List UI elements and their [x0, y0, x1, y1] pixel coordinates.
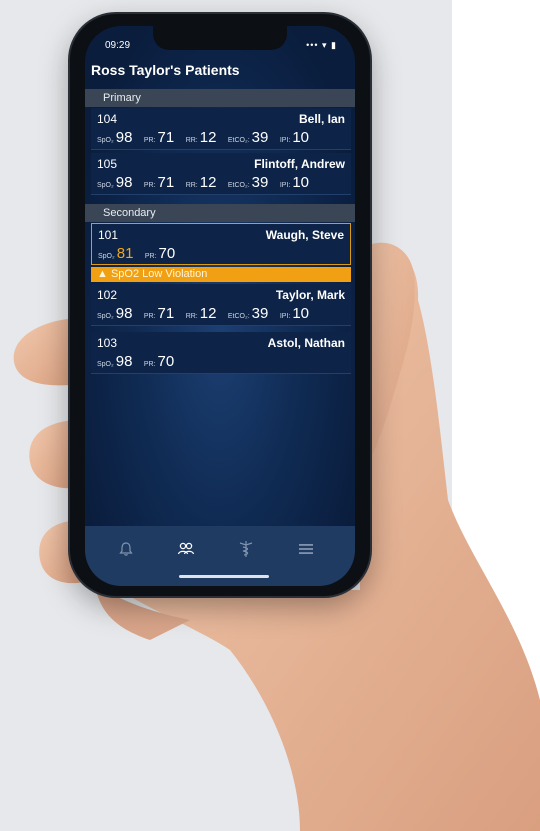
spo2-value: 98	[115, 129, 133, 146]
ipi-label: IPI:	[279, 182, 291, 189]
pr-label: PR:	[143, 361, 156, 368]
tab-clinical[interactable]	[231, 538, 261, 560]
signal-battery-icon: ••• ▾ ▮	[306, 40, 337, 50]
status-time: 09:29	[105, 40, 131, 51]
alarm-banner[interactable]: ▲ SpO2 Low Violation	[91, 267, 351, 282]
room-number: 101	[98, 228, 119, 242]
spo2-value: 98	[115, 353, 133, 370]
rr-label: RR:	[185, 182, 198, 189]
rr-value: 12	[199, 129, 217, 146]
etco2-label: EtCO₂:	[227, 313, 250, 320]
patient-name: Flintoff, Andrew	[254, 157, 345, 171]
pr-label: PR:	[144, 253, 157, 260]
spo2-value: 98	[115, 174, 133, 191]
rr-value: 12	[199, 305, 217, 322]
phone-screen: 09:29 ••• ▾ ▮ Ross Taylor's Patients Pri…	[85, 26, 355, 586]
spo2-label: SpO₂	[97, 361, 114, 368]
vitals: SpO₂ 98 PR: 71 RR: 12 EtCO₂: 39 IPI: 10	[97, 174, 316, 192]
patient-name: Astol, Nathan	[267, 336, 345, 350]
patient-row-104[interactable]: 104 Bell, Ian SpO₂ 98 PR: 71 RR: 12 EtCO₂: 3…	[91, 108, 351, 150]
caduceus-icon	[239, 541, 253, 557]
section-header-secondary: Secondary	[85, 204, 355, 222]
page-title: Ross Taylor's Patients	[91, 62, 240, 78]
pr-label: PR:	[143, 137, 156, 144]
patient-name: Waugh, Steve	[265, 228, 344, 242]
spo2-label: SpO₂	[97, 182, 114, 189]
patient-row-102[interactable]: 102 Taylor, Mark SpO₂ 98 PR: 71 RR: 12 EtCO…	[91, 284, 351, 326]
rr-value: 12	[199, 174, 217, 191]
pr-value: 70	[157, 353, 175, 370]
bell-icon	[119, 542, 133, 556]
ipi-value: 10	[292, 174, 310, 191]
room-number: 103	[97, 336, 118, 350]
tab-menu[interactable]	[291, 538, 321, 560]
section-header-primary: Primary	[85, 89, 355, 107]
tab-patients[interactable]	[171, 538, 201, 560]
ipi-value: 10	[292, 305, 310, 322]
patient-row-103[interactable]: 103 Astol, Nathan SpO₂ 98 PR: 70	[91, 332, 351, 374]
etco2-label: EtCO₂:	[227, 137, 250, 144]
pr-value: 70	[158, 245, 176, 262]
pr-value: 71	[157, 129, 175, 146]
ipi-value: 10	[292, 129, 310, 146]
home-indicator[interactable]	[179, 575, 269, 578]
patients-icon	[177, 542, 195, 555]
etco2-label: EtCO₂:	[227, 182, 250, 189]
rr-label: RR:	[185, 137, 198, 144]
spo2-label: SpO₂	[97, 137, 114, 144]
menu-icon	[299, 544, 313, 554]
spo2-value: 81	[116, 245, 134, 262]
ipi-label: IPI:	[279, 137, 291, 144]
room-number: 102	[97, 288, 118, 302]
pr-label: PR:	[143, 182, 156, 189]
vitals: SpO₂ 81 PR: 70	[98, 245, 182, 263]
tab-alarms[interactable]	[111, 538, 141, 560]
etco2-value: 39	[251, 174, 269, 191]
patient-row-101[interactable]: 101 Waugh, Steve SpO₂ 81 PR: 70	[91, 223, 351, 265]
vitals: SpO₂ 98 PR: 70	[97, 353, 181, 371]
spo2-label: SpO₂	[98, 253, 115, 260]
patient-row-105[interactable]: 105 Flintoff, Andrew SpO₂ 98 PR: 71 RR: 12 …	[91, 153, 351, 195]
pr-value: 71	[157, 174, 175, 191]
vitals: SpO₂ 98 PR: 71 RR: 12 EtCO₂: 39 IPI: 10	[97, 305, 316, 323]
ipi-label: IPI:	[279, 313, 291, 320]
room-number: 105	[97, 157, 118, 171]
room-number: 104	[97, 112, 118, 126]
patient-name: Bell, Ian	[298, 112, 345, 126]
rr-label: RR:	[185, 313, 198, 320]
spo2-label: SpO₂	[97, 313, 114, 320]
spo2-value: 98	[115, 305, 133, 322]
pr-label: PR:	[143, 313, 156, 320]
vitals: SpO₂ 98 PR: 71 RR: 12 EtCO₂: 39 IPI: 10	[97, 129, 316, 147]
patient-name: Taylor, Mark	[275, 288, 345, 302]
etco2-value: 39	[251, 129, 269, 146]
status-bar: 09:29 ••• ▾ ▮	[85, 40, 355, 54]
tab-bar	[85, 526, 355, 586]
pr-value: 71	[157, 305, 175, 322]
etco2-value: 39	[251, 305, 269, 322]
